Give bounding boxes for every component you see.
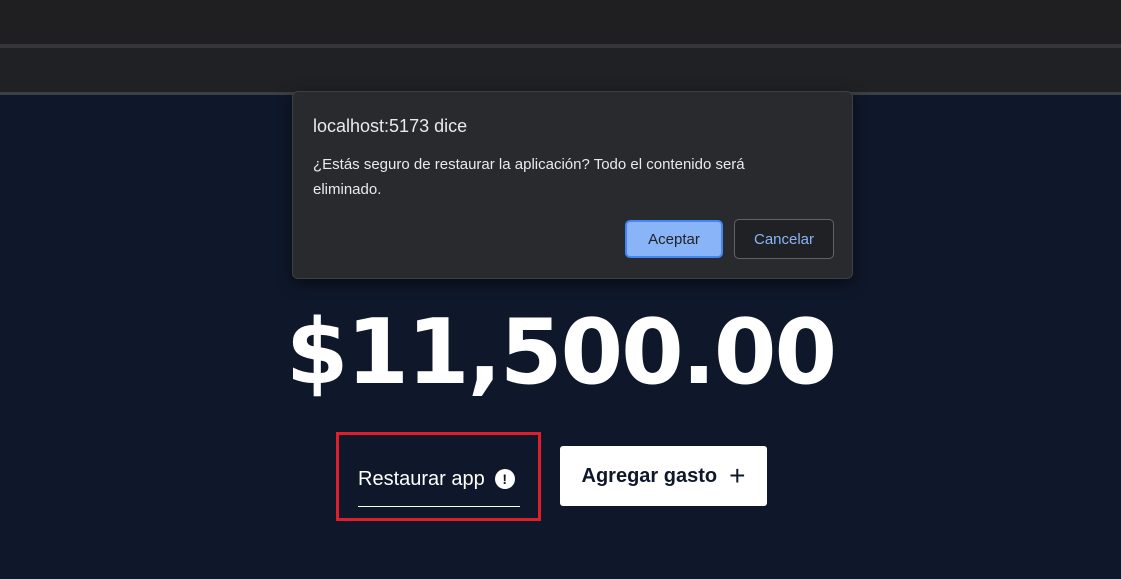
accept-button[interactable]: Aceptar [625, 220, 723, 258]
budget-amount: $11,500.00 [285, 300, 837, 405]
confirm-dialog: localhost:5173 dice ¿Estás seguro de res… [292, 91, 853, 279]
plus-icon: + [729, 460, 746, 491]
dialog-title: localhost:5173 dice [313, 116, 468, 136]
dialog-message: ¿Estás seguro de restaurar la aplicación… [313, 156, 745, 198]
cancel-button[interactable]: Cancelar [734, 219, 834, 259]
browser-toolbar [0, 48, 1121, 92]
browser-tab-strip [0, 0, 1121, 44]
add-expense-label: Agregar gasto [581, 464, 718, 487]
add-expense-button[interactable]: Agregar gasto + [560, 446, 767, 506]
highlight-box [336, 432, 541, 521]
